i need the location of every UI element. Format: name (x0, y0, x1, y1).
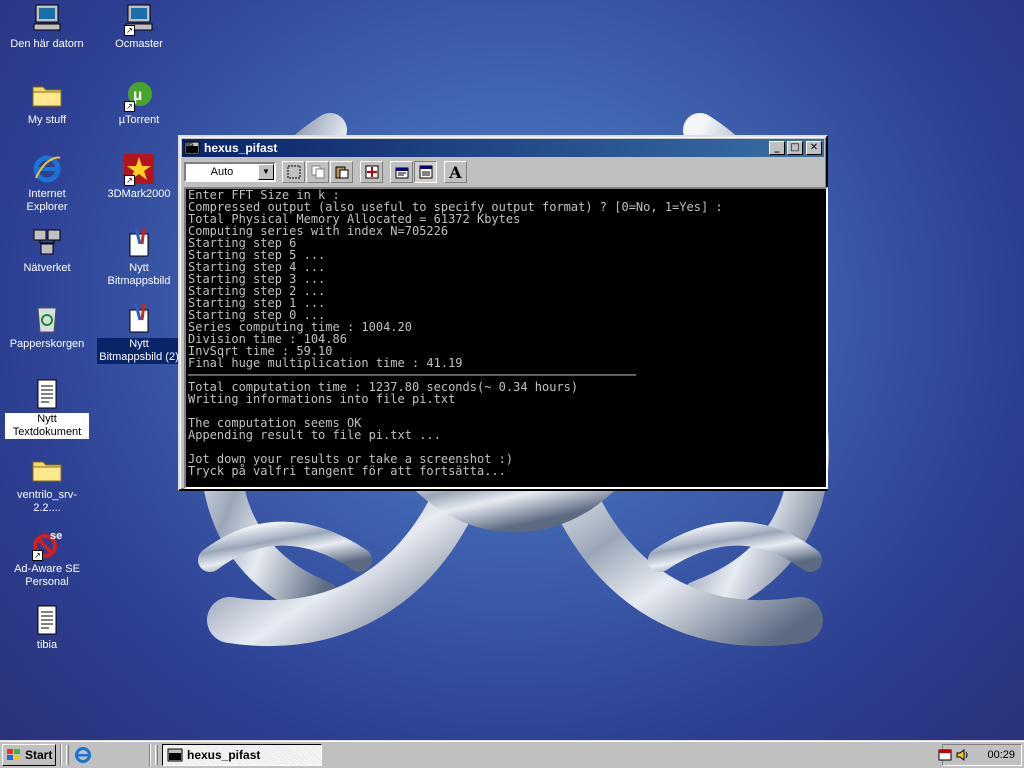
font-icon: A (449, 162, 462, 182)
desktop-icon-label: Nytt Bitmappsbild (2) (97, 338, 181, 364)
start-button[interactable]: Start (2, 743, 56, 766)
my-computer-icon (30, 2, 64, 36)
desktop-icon-3dmark[interactable]: ↗ 3DMark2000 (97, 152, 181, 201)
desktop-icon-label: Ocmaster (115, 38, 163, 50)
desktop-icon-ventrilo-folder[interactable]: ventrilo_srv-2.2.... (5, 453, 89, 515)
copy-button[interactable] (306, 161, 329, 183)
desktop-icon-recycle-bin[interactable]: Papperskorgen (5, 302, 89, 351)
console-output[interactable]: Enter FFT Size in k : Compressed output (… (184, 187, 828, 489)
desktop-icon-adaware[interactable]: se ↗ Ad-Aware SE Personal (5, 527, 89, 589)
mark-icon (287, 165, 300, 179)
desktop-icon-label: ventrilo_srv-2.2.... (17, 489, 77, 514)
desktop-icon-network[interactable]: Nätverket (5, 226, 89, 275)
svg-text:se: se (50, 530, 62, 542)
properties-button[interactable] (390, 161, 413, 183)
console-line: Appending result to file pi.txt ... (188, 428, 441, 442)
clock: 00:29 (987, 749, 1015, 761)
console-line: Tryck på valfri tangent för att fortsätt… (188, 464, 506, 478)
desktop-icon-text-document[interactable]: Nytt Textdokument (5, 377, 89, 439)
svg-text:MS: MS (186, 142, 194, 148)
taskbar-button-hexus-pifast[interactable]: hexus_pifast (162, 743, 322, 766)
desktop-icon-my-computer[interactable]: Den här datorn (5, 2, 89, 51)
folder-icon (30, 453, 64, 487)
font-size-select-value: Auto (210, 166, 234, 178)
scheduler-icon[interactable] (937, 747, 953, 763)
desktop-icon-bitmap-1[interactable]: Nytt Bitmappsbild (97, 226, 181, 288)
desktop-icon-label: Nytt Textdokument (5, 413, 89, 439)
fullscreen-icon (365, 165, 378, 179)
desktop-icon-label: µTorrent (118, 114, 160, 126)
desktop-icon-label: Den här datorn (10, 38, 84, 50)
start-label: Start (25, 747, 53, 762)
properties-icon (395, 167, 408, 179)
shortcut-arrow-icon: ↗ (124, 175, 135, 186)
desktop-icon-label: tibia (36, 639, 58, 651)
windows-logo-icon (6, 748, 22, 762)
window-titlebar[interactable]: MS hexus_pifast _ □ ✕ (182, 139, 824, 157)
system-tray: 00:29 (938, 744, 1022, 766)
desktop-icon-ocmaster[interactable]: ↗ Ocmaster (97, 2, 181, 51)
desktop-icon-label: Nytt Bitmappsbild (107, 262, 171, 287)
3dmark-icon: ↗ (122, 152, 156, 186)
console-line: Writing informations into file pi.txt (188, 392, 456, 406)
desktop-icon-label: 3DMark2000 (107, 188, 171, 200)
taskbar-button-label: hexus_pifast (187, 747, 261, 762)
recycle-bin-icon (30, 302, 64, 336)
quick-launch-internet-explorer-icon[interactable] (73, 745, 93, 765)
maximize-button[interactable]: □ (787, 141, 803, 155)
mark-button[interactable] (282, 161, 305, 183)
desktop-icon-internet-explorer[interactable]: Internet Explorer (5, 152, 89, 214)
desktop-icon-label: Ad-Aware SE Personal (14, 563, 80, 588)
desktop-icon-label: Papperskorgen (9, 338, 85, 350)
chevron-down-icon[interactable]: ▼ (258, 164, 274, 180)
background-icon (419, 165, 432, 179)
window-title: hexus_pifast (204, 141, 278, 155)
utorrent-icon: µ ↗ (122, 78, 156, 112)
paint-icon (122, 302, 156, 336)
taskbar: Start hexus_pifast 00:29 (0, 740, 1024, 768)
paint-icon (122, 226, 156, 260)
font-size-select[interactable]: Auto ▼ (184, 162, 276, 182)
paste-icon (335, 166, 348, 179)
copy-icon (311, 165, 324, 179)
text-document-icon (30, 603, 64, 637)
shortcut-arrow-icon: ↗ (124, 25, 135, 36)
volume-icon[interactable] (955, 747, 971, 763)
close-button[interactable]: ✕ (806, 141, 822, 155)
desktop-icon-label: My stuff (27, 114, 67, 126)
fullscreen-button[interactable] (360, 161, 383, 183)
text-document-icon (30, 377, 64, 411)
paste-button[interactable] (330, 161, 353, 183)
background-button[interactable] (414, 161, 437, 183)
folder-icon (30, 78, 64, 112)
computer-shortcut-icon: ↗ (122, 2, 156, 36)
shortcut-arrow-icon: ↗ (32, 550, 43, 561)
shortcut-arrow-icon: ↗ (124, 101, 135, 112)
internet-explorer-icon (30, 152, 64, 186)
desktop-icon-label: Internet Explorer (26, 188, 68, 213)
desktop-icon-bitmap-2[interactable]: Nytt Bitmappsbild (2) (97, 302, 181, 364)
adaware-icon: se ↗ (30, 527, 64, 561)
console-window[interactable]: MS hexus_pifast _ □ ✕ Auto ▼ A Enter FFT… (178, 135, 828, 491)
desktop-icon-label: Nätverket (23, 262, 71, 274)
font-button[interactable]: A (444, 161, 467, 183)
ms-dos-icon: MS (184, 140, 200, 156)
network-icon (30, 226, 64, 260)
desktop-icon-my-stuff[interactable]: My stuff (5, 78, 89, 127)
desktop-icon-tibia[interactable]: tibia (5, 603, 89, 652)
ms-dos-icon (167, 747, 183, 763)
window-toolbar: Auto ▼ A (182, 159, 824, 185)
desktop-icon-utorrent[interactable]: µ ↗ µTorrent (97, 78, 181, 127)
minimize-button[interactable]: _ (769, 141, 785, 155)
